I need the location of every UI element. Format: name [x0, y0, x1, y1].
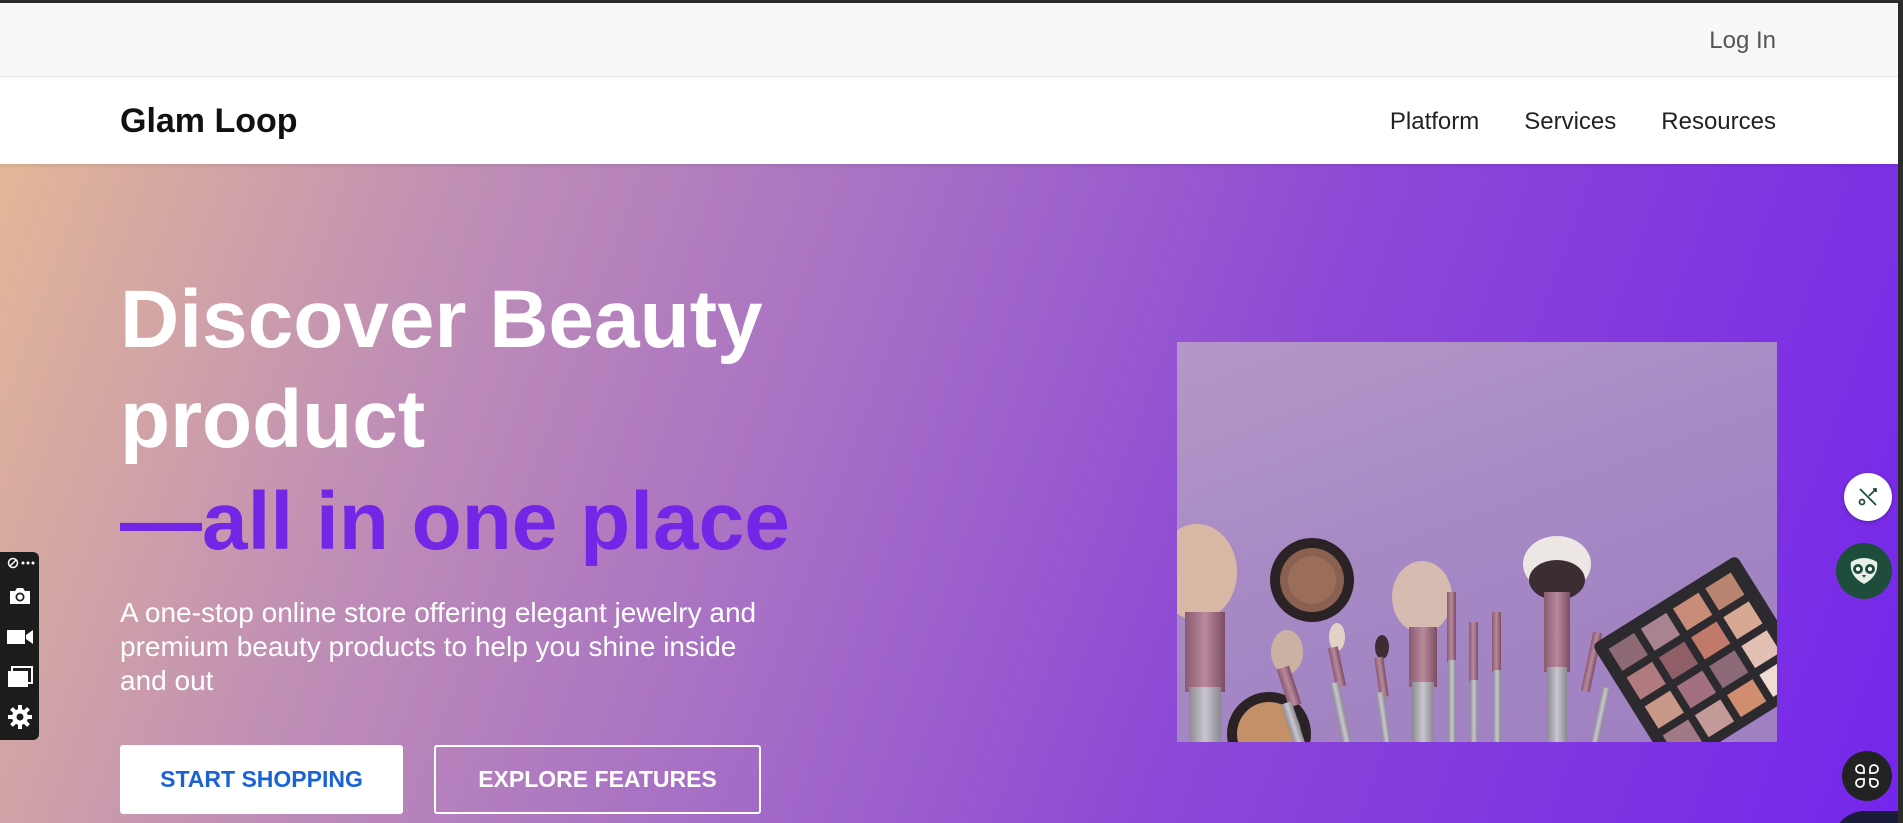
nav-links: Platform Services Resources: [1390, 108, 1776, 136]
windows-icon[interactable]: [6, 663, 34, 691]
video-icon[interactable]: [6, 623, 34, 651]
camera-icon[interactable]: [6, 582, 34, 610]
start-shopping-button[interactable]: START SHOPPING: [120, 745, 403, 814]
pin-icon[interactable]: [6, 556, 20, 570]
owl-icon[interactable]: [1836, 543, 1892, 599]
explore-features-button[interactable]: EXPLORE FEATURES: [434, 745, 761, 814]
brand-logo[interactable]: Glam Loop: [120, 102, 298, 141]
nav-link-platform[interactable]: Platform: [1390, 108, 1479, 136]
hero-section: Discover Beauty product —all in one plac…: [0, 164, 1898, 823]
apps-icon[interactable]: [1842, 751, 1892, 801]
hero-subtext: A one-stop online store offering elegant…: [120, 597, 757, 696]
top-bar: Log In: [0, 3, 1898, 77]
hero-product-image: [1177, 342, 1777, 742]
main-navbar: Glam Loop Platform Services Resources: [0, 78, 1898, 164]
hero-accent-line: —all in one place: [120, 476, 790, 567]
hero-headline: Discover Beauty product: [120, 274, 763, 465]
share-icon[interactable]: [1844, 473, 1892, 521]
more-icon[interactable]: [21, 556, 35, 570]
login-link[interactable]: Log In: [1709, 27, 1776, 55]
page: Log In Glam Loop Platform Services Resou…: [0, 3, 1898, 823]
makeup-illustration: [1177, 524, 1777, 742]
nav-link-resources[interactable]: Resources: [1661, 108, 1776, 136]
gear-icon[interactable]: [6, 703, 34, 731]
capture-toolbar: [0, 552, 39, 740]
nav-link-services[interactable]: Services: [1524, 108, 1616, 136]
